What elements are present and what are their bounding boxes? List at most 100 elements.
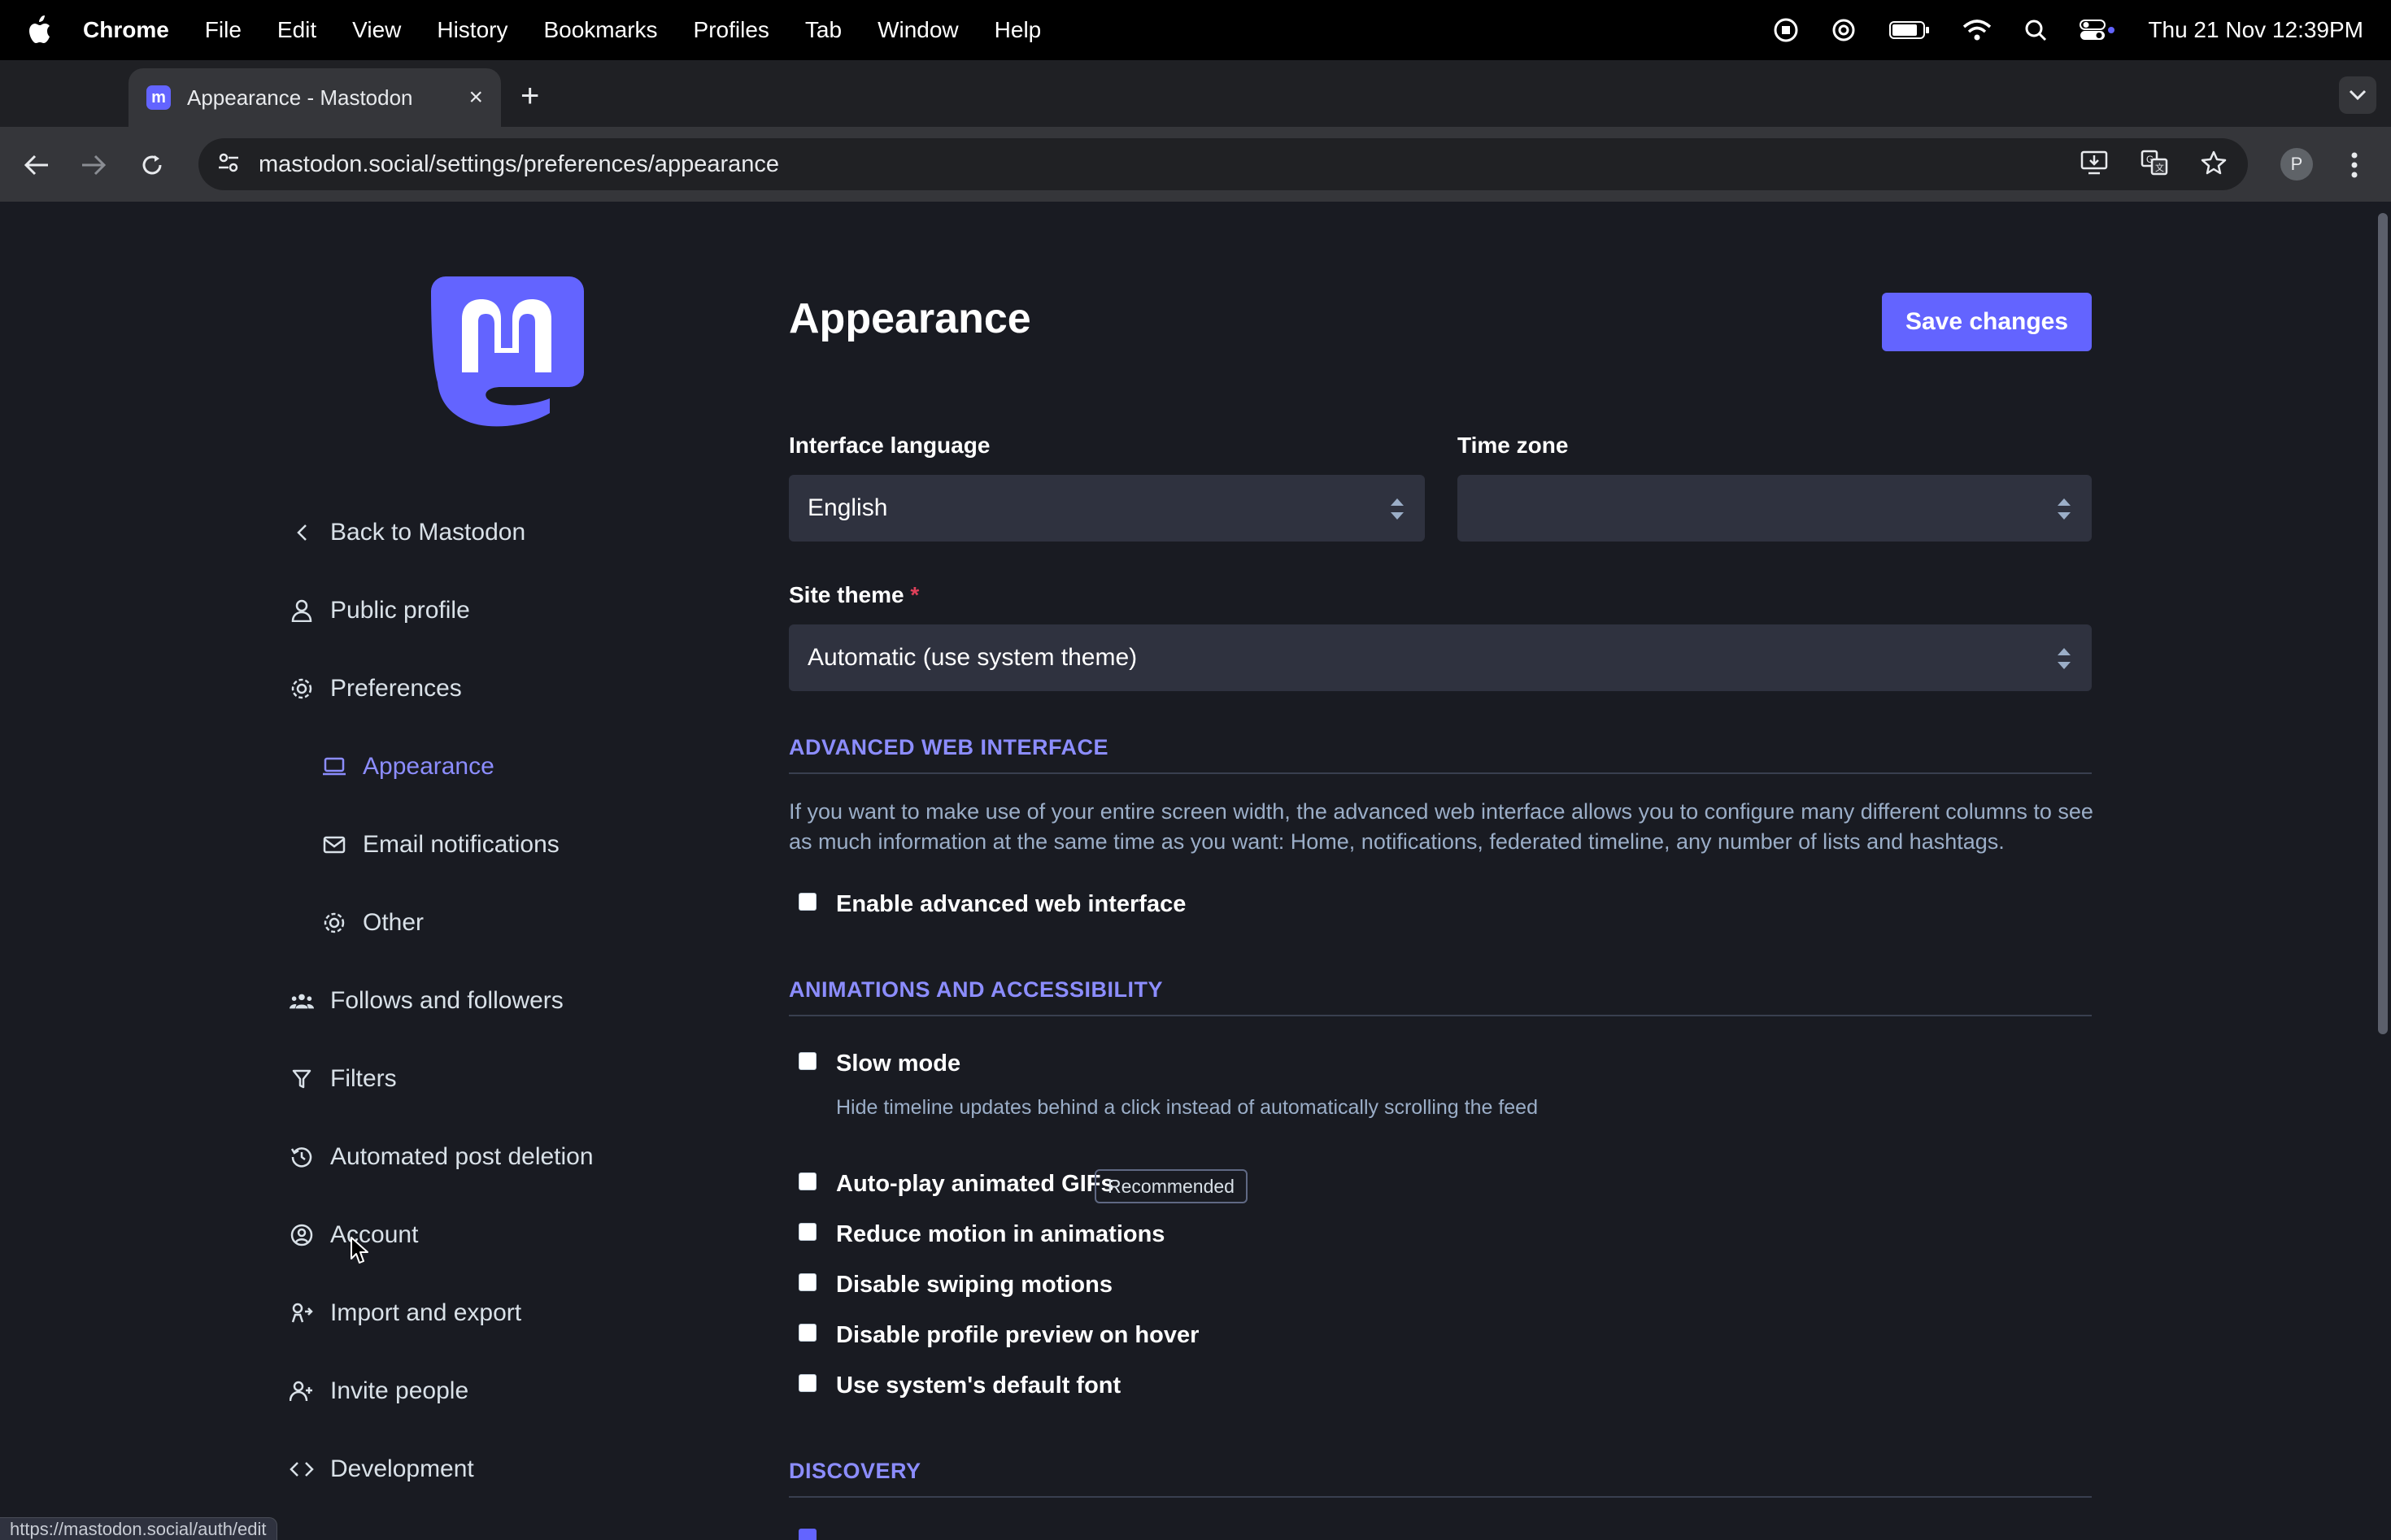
sidebar-item-invite-people[interactable]: Invite people bbox=[290, 1377, 468, 1405]
time-zone-label: Time zone bbox=[1457, 433, 1569, 458]
sidebar-item-automated-post-deletion[interactable]: Automated post deletion bbox=[290, 1143, 594, 1171]
sidebar-item-follows-and-followers[interactable]: Follows and followers bbox=[290, 987, 564, 1015]
menu-view[interactable]: View bbox=[352, 17, 401, 43]
sidebar-item-label: Filters bbox=[330, 1065, 397, 1092]
discovery-heading: DISCOVERY bbox=[789, 1459, 921, 1483]
slow-mode-label[interactable]: Slow mode bbox=[836, 1051, 960, 1077]
sidebar-item-label: Account bbox=[330, 1221, 419, 1248]
site-theme-select[interactable]: Automatic (use system theme) bbox=[789, 624, 2092, 691]
tab-search-chevron-icon[interactable] bbox=[2339, 76, 2376, 114]
disable-swiping-label[interactable]: Disable swiping motions bbox=[836, 1272, 1113, 1299]
site-settings-icon[interactable] bbox=[216, 150, 241, 179]
advanced-web-interface-description: If you want to make use of your entire s… bbox=[789, 799, 2093, 854]
spotlight-search-icon[interactable] bbox=[2024, 19, 2047, 41]
menu-bookmarks[interactable]: Bookmarks bbox=[543, 17, 657, 43]
apple-icon[interactable] bbox=[23, 14, 55, 46]
control-center-icon[interactable] bbox=[2080, 19, 2115, 41]
sidebar-item-label: Appearance bbox=[363, 753, 494, 780]
mastodon-favicon-icon: m bbox=[146, 85, 171, 110]
back-to-mastodon-link[interactable]: Back to Mastodon bbox=[290, 519, 525, 546]
interface-language-label: Interface language bbox=[789, 433, 991, 458]
mastodon-logo[interactable] bbox=[428, 268, 586, 431]
reduce-motion-label[interactable]: Reduce motion in animations bbox=[836, 1221, 1165, 1248]
menubar-clock[interactable]: Thu 21 Nov 12:39PM bbox=[2148, 17, 2363, 43]
tab-appearance-mastodon[interactable]: m Appearance - Mastodon × bbox=[128, 68, 501, 127]
sidebar-item-other[interactable]: Other bbox=[322, 909, 424, 937]
animations-accessibility-heading: ANIMATIONS AND ACCESSIBILITY bbox=[789, 977, 1164, 1002]
bookmark-star-icon[interactable] bbox=[2201, 150, 2227, 180]
browser-menu-icon[interactable] bbox=[2342, 146, 2367, 184]
sidebar-item-label: Automated post deletion bbox=[330, 1143, 594, 1170]
translate-icon[interactable]: G文 bbox=[2141, 150, 2168, 180]
select-arrows-icon bbox=[1388, 495, 1406, 523]
save-changes-button[interactable]: Save changes bbox=[1882, 293, 2092, 351]
site-theme-label: Site theme * bbox=[789, 582, 919, 608]
reduce-motion-checkbox[interactable] bbox=[799, 1223, 817, 1241]
page-title: Appearance bbox=[789, 295, 1031, 342]
sidebar-item-label: Development bbox=[330, 1455, 474, 1482]
select-arrows-icon bbox=[2055, 495, 2073, 523]
menu-file[interactable]: File bbox=[205, 17, 242, 43]
sidebar-item-preferences[interactable]: Preferences bbox=[290, 675, 462, 703]
sidebar-item-appearance[interactable]: Appearance bbox=[322, 753, 494, 781]
sidebar-item-import-and-export[interactable]: Import and export bbox=[290, 1299, 521, 1327]
sidebar-item-label: Follows and followers bbox=[330, 987, 564, 1014]
code-icon bbox=[290, 1457, 314, 1481]
user-circle-icon bbox=[290, 1223, 314, 1247]
discovery-checkbox[interactable] bbox=[799, 1529, 817, 1540]
interface-language-select[interactable]: English bbox=[789, 475, 1425, 542]
screen-record-icon[interactable] bbox=[1774, 18, 1798, 42]
svg-text:G: G bbox=[2146, 154, 2154, 165]
enable-advanced-label[interactable]: Enable advanced web interface bbox=[836, 891, 1186, 918]
menu-edit[interactable]: Edit bbox=[277, 17, 316, 43]
sidebar-item-label: Import and export bbox=[330, 1299, 522, 1326]
system-font-label[interactable]: Use system's default font bbox=[836, 1373, 1121, 1399]
menu-app-name[interactable]: Chrome bbox=[83, 17, 169, 43]
menu-tab[interactable]: Tab bbox=[805, 17, 842, 43]
menu-help[interactable]: Help bbox=[995, 17, 1042, 43]
advanced-web-interface-heading: ADVANCED WEB INTERFACE bbox=[789, 735, 1109, 759]
time-zone-select[interactable] bbox=[1457, 475, 2092, 542]
disable-swiping-checkbox[interactable] bbox=[799, 1273, 817, 1291]
openai-icon[interactable] bbox=[1831, 17, 1857, 43]
system-font-checkbox[interactable] bbox=[799, 1374, 817, 1392]
install-app-icon[interactable] bbox=[2080, 150, 2108, 179]
import-export-icon bbox=[290, 1301, 314, 1325]
site-theme-label-text: Site theme bbox=[789, 582, 904, 607]
new-tab-icon[interactable]: + bbox=[520, 78, 539, 115]
forward-arrow-icon[interactable] bbox=[75, 146, 112, 184]
site-theme-value: Automatic (use system theme) bbox=[808, 644, 1138, 671]
autoplay-gifs-label[interactable]: Auto-play animated GIFs bbox=[836, 1171, 1114, 1198]
back-to-mastodon-label: Back to Mastodon bbox=[330, 519, 526, 546]
browser-toolbar: mastodon.social/settings/preferences/app… bbox=[0, 127, 2391, 202]
enable-advanced-checkbox[interactable] bbox=[799, 893, 817, 911]
page-scrollbar[interactable] bbox=[2378, 213, 2388, 1034]
sidebar-item-development[interactable]: Development bbox=[290, 1455, 474, 1483]
sidebar-item-label: Invite people bbox=[330, 1377, 469, 1404]
section-divider bbox=[789, 1015, 2092, 1016]
menu-history[interactable]: History bbox=[437, 17, 507, 43]
macos-menubar: Chrome File Edit View History Bookmarks … bbox=[0, 0, 2391, 60]
wifi-icon[interactable] bbox=[1962, 19, 1992, 41]
address-bar[interactable]: mastodon.social/settings/preferences/app… bbox=[198, 138, 2248, 190]
sidebar-item-filters[interactable]: Filters bbox=[290, 1065, 397, 1093]
disable-profile-preview-checkbox[interactable] bbox=[799, 1324, 817, 1342]
menu-profiles[interactable]: Profiles bbox=[694, 17, 769, 43]
url-text[interactable]: mastodon.social/settings/preferences/app… bbox=[259, 151, 779, 178]
select-arrows-icon bbox=[2055, 645, 2073, 672]
slow-mode-checkbox[interactable] bbox=[799, 1052, 817, 1070]
reload-icon[interactable] bbox=[133, 146, 171, 184]
back-arrow-icon[interactable] bbox=[18, 146, 55, 184]
sidebar-item-email-notifications[interactable]: Email notifications bbox=[322, 831, 560, 859]
battery-icon[interactable] bbox=[1889, 20, 1930, 40]
menu-window[interactable]: Window bbox=[878, 17, 959, 43]
profile-avatar[interactable]: P bbox=[2280, 148, 2313, 181]
sidebar-item-public-profile[interactable]: Public profile bbox=[290, 597, 470, 624]
sidebar-item-label: Other bbox=[363, 909, 425, 936]
sidebar-item-label: Public profile bbox=[330, 597, 470, 624]
tab-close-icon[interactable]: × bbox=[468, 84, 483, 111]
people-icon bbox=[290, 989, 314, 1013]
disable-profile-preview-label[interactable]: Disable profile preview on hover bbox=[836, 1322, 1199, 1349]
autoplay-gifs-checkbox[interactable] bbox=[799, 1172, 817, 1190]
gear-icon bbox=[322, 911, 346, 935]
